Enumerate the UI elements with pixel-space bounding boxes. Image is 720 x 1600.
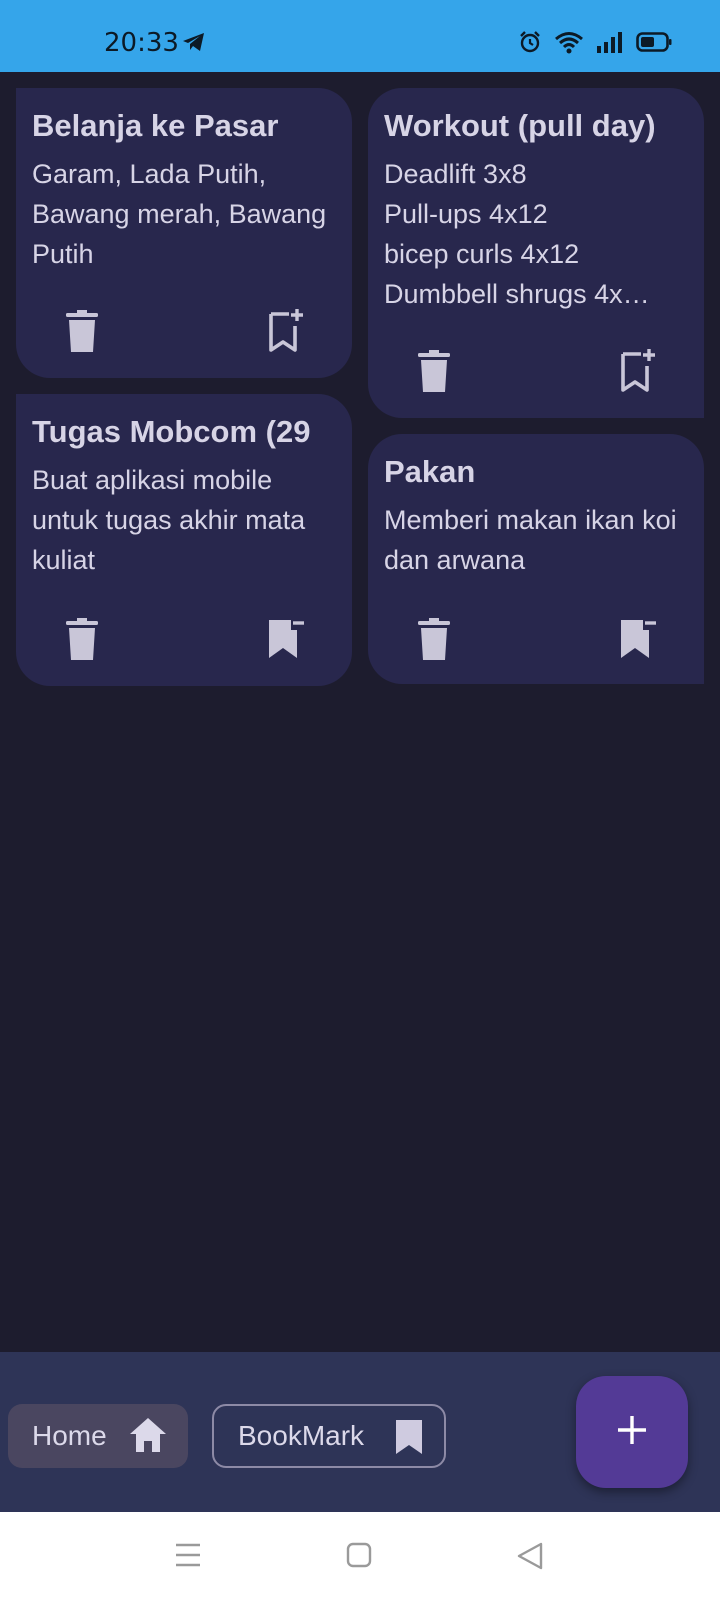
menu-icon[interactable] [174, 1542, 202, 1573]
note-title: Workout (pull day) [384, 108, 656, 143]
note-body: Deadlift 3x8 Pull-ups 4x12 bicep curls 4… [384, 159, 650, 309]
bookmark-icon [394, 1418, 424, 1463]
status-time: 20:33 [104, 28, 179, 58]
bookmark-remove-icon[interactable] [266, 616, 306, 660]
home-tab-label: Home [32, 1420, 107, 1451]
note-title: Pakan [384, 454, 476, 489]
delete-icon[interactable] [64, 310, 100, 354]
battery-icon [636, 31, 672, 58]
bookmark-add-icon[interactable] [266, 308, 306, 352]
note-body: Garam, Lada Putih, Bawang merah, Bawang … [32, 159, 327, 269]
system-navigation-bar [0, 1512, 720, 1600]
note-card[interactable]: Pakan Memberi makan ikan koi dan arwana [368, 434, 704, 684]
bookmark-tab-label: BookMark [238, 1420, 365, 1451]
wifi-icon [554, 30, 584, 59]
note-card[interactable]: Tugas Mobcom (29 Buat aplikasi mobile un… [16, 394, 352, 686]
alarm-icon [518, 30, 542, 59]
note-card[interactable]: Belanja ke Pasar Garam, Lada Putih, Bawa… [16, 88, 352, 378]
status-bar: 20:33 [0, 0, 720, 72]
telegram-icon [182, 32, 206, 57]
note-card[interactable]: Workout (pull day) Deadlift 3x8 Pull-ups… [368, 88, 704, 418]
add-note-button[interactable] [576, 1376, 688, 1488]
bookmark-remove-icon[interactable] [618, 616, 658, 660]
home-button-icon[interactable] [346, 1542, 372, 1573]
bookmark-tab[interactable]: BookMark [212, 1404, 446, 1468]
home-icon [128, 1416, 168, 1461]
delete-icon[interactable] [416, 350, 452, 394]
delete-icon[interactable] [416, 618, 452, 662]
note-title: Belanja ke Pasar [32, 108, 279, 143]
note-title: Tugas Mobcom (29 [32, 414, 311, 449]
plus-icon [616, 1414, 648, 1451]
signal-icon [596, 30, 624, 59]
back-icon[interactable] [516, 1542, 544, 1575]
bookmark-add-icon[interactable] [618, 348, 658, 392]
note-body: Buat aplikasi mobile untuk tugas akhir m… [32, 465, 306, 575]
home-tab[interactable]: Home [8, 1404, 188, 1468]
note-body: Memberi makan ikan koi dan arwana [384, 505, 677, 575]
delete-icon[interactable] [64, 618, 100, 662]
